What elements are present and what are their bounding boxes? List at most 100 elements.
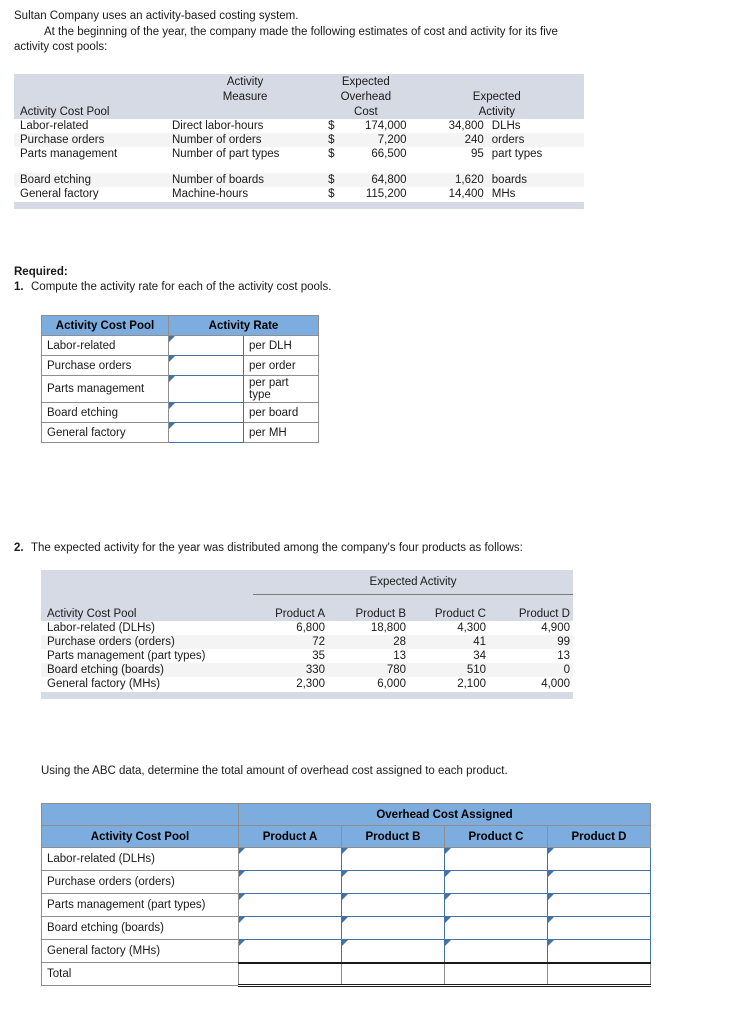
header-overhead-line1: Expected [322,74,410,89]
cell-pool: Purchase orders [20,134,105,146]
estimates-table: Activity Expected Measure Overhead Expec… [14,74,584,209]
input-overhead-board-etching-product-a[interactable] [238,916,342,940]
header-blank-2 [409,74,487,89]
table-row: Parts management (part types) [41,893,651,917]
cell-pool: Labor-related (DLHs) [47,622,156,634]
cell-pool: Purchase orders (orders) [41,870,239,894]
input-activity-rate-board-etching[interactable] [168,402,244,423]
cell-pool: Board etching (boards) [41,916,239,940]
estimates-header-row-3: Activity Cost Pool Cost Activity [14,104,584,119]
input-activity-rate-general-factory[interactable] [168,422,244,443]
table-row: General factory per MH [41,422,319,443]
cell-pool: Labor-related [41,335,169,356]
table-row: General factory Machine-hours $ 115,200 … [14,187,584,202]
table-spacer-row [14,161,584,173]
question-2-text: The expected activity for the year was d… [31,542,523,554]
cell-pool: General factory (MHs) [41,939,239,963]
cell-pool: General factory [20,188,99,200]
cell-unit: DLHs [491,120,521,132]
input-overhead-general-factory-product-d[interactable] [547,939,651,963]
header-blank-5 [168,104,323,119]
table-total-row: Total [41,961,651,987]
intro-line-1: Sultan Company uses an activity-based co… [14,10,299,22]
cell-pool: Labor-related (DLHs) [41,847,239,871]
input-activity-rate-parts-management[interactable] [168,375,244,403]
input-overhead-purchase-orders-product-c[interactable] [444,870,548,894]
cell-activity: 95 [470,148,484,160]
input-overhead-labor-related-product-c[interactable] [444,847,548,871]
table-row: Board etching per board [41,402,319,423]
cell-unit: orders [491,134,525,146]
overhead-cost-assigned-table[interactable]: Overhead Cost Assigned Activity Cost Poo… [41,803,651,987]
input-overhead-labor-related-product-a[interactable] [238,847,342,871]
table-row: General factory (MHs) 2,300 6,000 2,100 … [41,677,573,692]
input-activity-rate-labor-related[interactable] [168,335,244,356]
input-overhead-parts-management-product-a[interactable] [238,893,342,917]
header-activity-cost-pool: Activity Cost Pool [14,104,168,119]
cell-product-d: 0 [563,664,570,676]
cell-product-b: 28 [393,636,406,648]
input-overhead-general-factory-product-c[interactable] [444,939,548,963]
header-product-d: Product D [547,825,651,848]
cell-pool: Labor-related [20,120,89,132]
cell-product-b: 18,800 [370,622,406,634]
cell-activity: 14,400 [448,188,484,200]
input-overhead-board-etching-product-d[interactable] [547,916,651,940]
cell-product-d: 13 [557,650,570,662]
header-overhead-cost-assigned: Overhead Cost Assigned [238,803,651,826]
input-overhead-board-etching-product-b[interactable] [341,916,445,940]
gap-blank-5 [489,594,573,606]
cell-unit: per DLH [243,335,319,356]
gap-blank-4 [409,594,489,606]
cell-unit: per board [243,402,319,423]
input-overhead-parts-management-product-c[interactable] [444,893,548,917]
header-measure-line2: Measure [168,89,323,104]
table-row: General factory (MHs) [41,939,651,963]
cell-activity: 240 [464,134,484,146]
cell-product-b: 780 [386,664,406,676]
cell-product-b: 6,000 [377,678,406,690]
header-blank-3 [486,74,584,89]
table-row: Labor-related (DLHs) [41,847,651,871]
cell-product-d: 4,900 [541,622,570,634]
table-row: Board etching Number of boards $ 64,800 … [14,173,584,187]
cell-product-c: 2,100 [457,678,486,690]
cell-currency: $ [328,120,335,132]
table-row: Labor-related Direct labor-hours $ 174,0… [14,119,584,133]
cell-total-product-a [238,961,342,987]
cell-product-a: 72 [312,636,325,648]
input-overhead-purchase-orders-product-a[interactable] [238,870,342,894]
cell-product-c: 4,300 [457,622,486,634]
header-activity-line1: Expected [409,89,584,104]
cell-product-d: 4,000 [541,678,570,690]
input-overhead-purchase-orders-product-b[interactable] [341,870,445,894]
input-overhead-general-factory-product-a[interactable] [238,939,342,963]
question-2-number: 2. [14,542,24,554]
table-row: Board etching (boards) 330 780 510 0 [41,663,573,677]
input-overhead-labor-related-product-b[interactable] [341,847,445,871]
header-overhead-line3: Cost [322,104,410,119]
input-overhead-purchase-orders-product-d[interactable] [547,870,651,894]
activity-rate-table[interactable]: Activity Cost Pool Activity Rate Labor-r… [41,315,319,443]
input-activity-rate-purchase-orders[interactable] [168,355,244,376]
cell-measure: Number of orders [172,134,262,146]
input-overhead-labor-related-product-d[interactable] [547,847,651,871]
abc-prompt-text: Using the ABC data, determine the total … [41,765,508,777]
overhead-group-header-row: Overhead Cost Assigned [41,803,651,826]
intro-line-2: At the beginning of the year, the compan… [44,25,558,38]
input-overhead-parts-management-product-b[interactable] [341,893,445,917]
cell-activity: 34,800 [448,120,484,132]
cell-pool: Board etching (boards) [47,664,164,676]
cell-measure: Number of part types [172,148,280,160]
cell-measure: Machine-hours [172,188,249,200]
cell-total-product-d [547,961,651,987]
cell-unit: boards [491,174,527,186]
input-overhead-parts-management-product-d[interactable] [547,893,651,917]
cell-total-product-b [341,961,445,987]
required-label: Required: [14,266,68,278]
input-overhead-general-factory-product-b[interactable] [341,939,445,963]
cell-unit-line1: per part [249,377,289,389]
header-activity-cost-pool: Activity Cost Pool [41,606,253,621]
cell-product-c: 34 [473,650,486,662]
input-overhead-board-etching-product-c[interactable] [444,916,548,940]
